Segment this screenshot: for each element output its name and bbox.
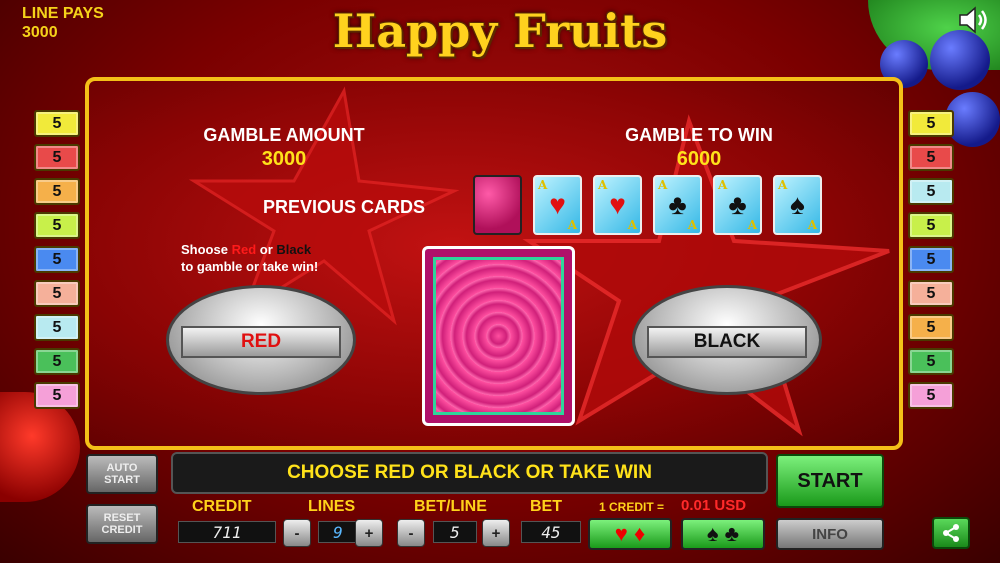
- line-badge: 5: [908, 280, 954, 307]
- credit-display: 711: [178, 521, 276, 543]
- red-button-label: RED: [181, 326, 341, 358]
- line-badge: 5: [34, 280, 80, 307]
- line-badge: 5: [34, 178, 80, 205]
- line-badge: 5: [34, 246, 80, 273]
- gamble-to-win-label: GAMBLE TO WIN: [625, 125, 773, 145]
- lines-label: LINES: [308, 498, 356, 515]
- info-button[interactable]: INFO: [776, 518, 884, 550]
- hint-red: Red: [231, 242, 257, 257]
- lines-minus-button[interactable]: -: [283, 519, 311, 547]
- gamble-to-win-value: 6000: [676, 148, 722, 170]
- spades-clubs-icon: ♠ ♣: [706, 521, 740, 546]
- line-badge: 5: [908, 246, 954, 273]
- betline-plus-button[interactable]: +: [482, 519, 510, 547]
- line-badge: 5: [34, 212, 80, 239]
- hearts-icon: ♥: [549, 189, 566, 220]
- betline-label: BET/LINE: [414, 498, 487, 515]
- betline-display: 5: [433, 521, 477, 543]
- black-button[interactable]: BLACK: [632, 285, 822, 395]
- message-bar: CHOOSE RED OR BLACK OR TAKE WIN: [171, 452, 768, 494]
- line-badge: 5: [908, 348, 954, 375]
- line-badge: 5: [34, 144, 80, 171]
- credit-rate-label: 1 CREDIT =: [599, 500, 665, 514]
- bet-label: BET: [530, 498, 562, 515]
- credit-label: CREDIT: [192, 498, 252, 515]
- previous-card-back: [473, 175, 522, 235]
- line-badge: 5: [908, 178, 954, 205]
- line-badge: 5: [34, 382, 80, 409]
- gamble-red-suits-button[interactable]: ♥ ♦: [588, 518, 672, 550]
- clubs-icon: ♣: [668, 189, 687, 220]
- betline-minus-button[interactable]: -: [397, 519, 425, 547]
- gamble-panel: GAMBLE AMOUNT 3000 GAMBLE TO WIN 6000 PR…: [85, 77, 903, 450]
- lines-display: 9: [318, 521, 358, 543]
- gamble-black-suits-button[interactable]: ♠ ♣: [681, 518, 765, 550]
- reset-credit-button[interactable]: RESET CREDIT: [86, 504, 158, 544]
- line-badge: 5: [908, 212, 954, 239]
- share-button[interactable]: [932, 517, 970, 549]
- red-button[interactable]: RED: [166, 285, 356, 395]
- start-button[interactable]: START: [776, 454, 884, 508]
- line-badge: 5: [34, 110, 80, 137]
- gamble-amount-label: GAMBLE AMOUNT: [203, 125, 365, 145]
- hint-line2: to gamble or take win!: [181, 259, 319, 274]
- previous-card-spades: A ♠ A: [773, 175, 822, 235]
- previous-card-hearts: A ♥ A: [593, 175, 642, 235]
- gamble-amount-value: 3000: [261, 148, 307, 170]
- credit-rate-value: 0.01 USD: [681, 497, 747, 514]
- black-button-label: BLACK: [647, 326, 807, 358]
- card-rank: A: [807, 218, 817, 232]
- auto-start-button[interactable]: AUTO START: [86, 454, 158, 494]
- hint-text: or: [256, 242, 277, 257]
- previous-card-hearts: A ♥ A: [533, 175, 582, 235]
- bet-display: 45: [521, 521, 581, 543]
- hearts-diamonds-icon: ♥ ♦: [614, 521, 646, 546]
- game-title: Happy Fruits: [332, 4, 668, 58]
- gamble-hint: Shoose Red or Black to gamble or take wi…: [181, 241, 318, 275]
- line-badge: 5: [908, 110, 954, 137]
- gamble-card-back: [422, 246, 575, 426]
- card-rank: A: [687, 218, 697, 232]
- share-icon: [943, 524, 959, 542]
- spades-icon: ♠: [790, 189, 805, 220]
- card-rank: A: [567, 218, 577, 232]
- hearts-icon: ♥: [609, 189, 626, 220]
- previous-card-clubs: A ♣ A: [653, 175, 702, 235]
- card-rank: A: [747, 218, 757, 232]
- line-badge: 5: [908, 382, 954, 409]
- previous-card-clubs: A ♣ A: [713, 175, 762, 235]
- hint-black: Black: [276, 242, 312, 257]
- clubs-icon: ♣: [728, 189, 747, 220]
- line-badge: 5: [34, 314, 80, 341]
- line-badge: 5: [908, 314, 954, 341]
- line-badge: 5: [908, 144, 954, 171]
- speaker-icon[interactable]: [958, 6, 990, 34]
- hint-text: Shoose: [181, 242, 232, 257]
- previous-cards-label: PREVIOUS CARDS: [262, 197, 426, 217]
- line-badge: 5: [34, 348, 80, 375]
- card-rank: A: [627, 218, 637, 232]
- lines-plus-button[interactable]: +: [355, 519, 383, 547]
